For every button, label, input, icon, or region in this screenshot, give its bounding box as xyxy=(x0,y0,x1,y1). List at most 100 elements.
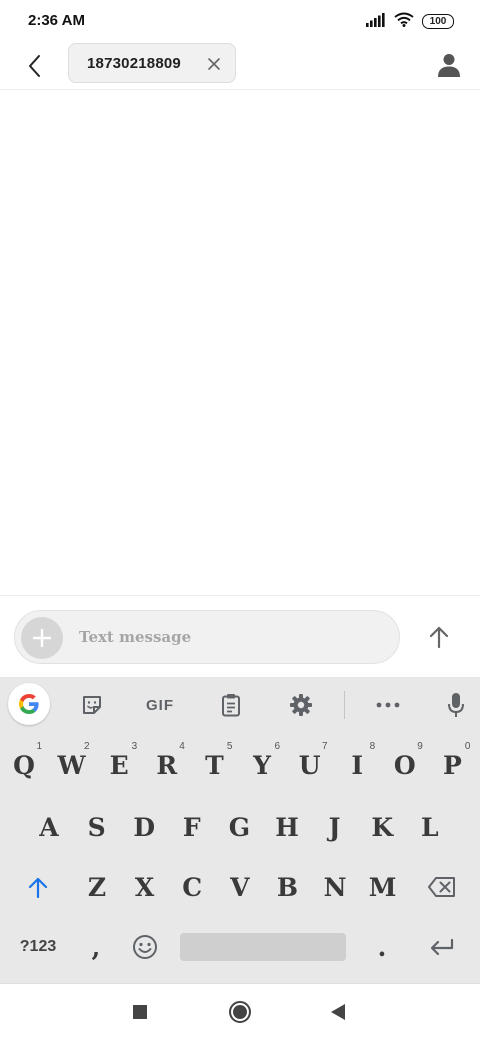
key-hint: 5 xyxy=(226,741,233,752)
clipboard-icon xyxy=(222,694,240,717)
key-1-6[interactable]: U7 xyxy=(288,739,332,791)
key-label: J xyxy=(328,812,341,842)
status-time: 2:36 AM xyxy=(28,12,85,29)
key-label: Q xyxy=(13,750,35,780)
symbols-key[interactable]: ?123 xyxy=(10,921,66,973)
key-label: N xyxy=(323,872,347,902)
emoji-icon xyxy=(133,935,157,959)
key-label: M xyxy=(368,872,397,902)
back-arrow-icon xyxy=(29,55,40,77)
key-2-8[interactable]: L xyxy=(408,801,452,853)
recipient-number: 18730218809 xyxy=(87,54,181,72)
key-1-1[interactable]: W2 xyxy=(50,739,94,791)
key-label: W xyxy=(57,750,86,780)
enter-key[interactable] xyxy=(420,921,464,973)
key-2-5[interactable]: H xyxy=(265,801,309,853)
key-label: D xyxy=(133,812,156,842)
enter-icon xyxy=(430,938,454,956)
key-hint: 7 xyxy=(322,741,328,752)
key-label: Z xyxy=(87,872,107,902)
key-2-0[interactable]: A xyxy=(27,801,71,853)
recipient-chip[interactable]: 18730218809 xyxy=(68,43,236,83)
navigation-bar xyxy=(0,983,480,1040)
key-3-6[interactable]: M xyxy=(361,861,405,913)
key-1-5[interactable]: Y6 xyxy=(240,739,284,791)
home-button[interactable] xyxy=(224,996,256,1028)
more-button[interactable] xyxy=(368,685,408,725)
key-1-0[interactable]: Q1 xyxy=(2,739,46,791)
recents-button[interactable] xyxy=(124,996,156,1028)
sticker-button[interactable] xyxy=(72,685,112,725)
contact-button[interactable] xyxy=(434,50,464,80)
key-label: U xyxy=(298,750,321,780)
key-label: K xyxy=(371,812,394,842)
key-label: I xyxy=(351,750,364,780)
key-3-3[interactable]: V xyxy=(218,861,262,913)
battery-icon: 100 xyxy=(422,14,454,29)
gif-label: GIF xyxy=(146,696,174,714)
key-label: X xyxy=(134,872,155,902)
key-label: G xyxy=(228,812,251,842)
key-label: V xyxy=(230,872,250,902)
key-2-3[interactable]: F xyxy=(170,801,214,853)
key-3-0[interactable]: Z xyxy=(75,861,119,913)
key-2-4[interactable]: G xyxy=(217,801,261,853)
key-2-6[interactable]: J xyxy=(313,801,357,853)
message-list xyxy=(0,91,480,595)
comma-key[interactable]: , xyxy=(78,921,114,973)
voice-input-button[interactable] xyxy=(436,685,476,725)
key-1-7[interactable]: I8 xyxy=(335,739,379,791)
key-hint: 2 xyxy=(84,741,90,752)
key-1-2[interactable]: E3 xyxy=(97,739,141,791)
key-2-1[interactable]: S xyxy=(75,801,119,853)
signal-icon xyxy=(366,12,386,31)
wifi-icon xyxy=(394,12,414,31)
key-hint: 6 xyxy=(274,741,280,752)
key-label: Y xyxy=(253,750,271,780)
plus-icon xyxy=(33,629,51,647)
triangle-back-icon xyxy=(331,1004,345,1020)
space-key[interactable] xyxy=(180,933,346,961)
more-icon xyxy=(376,702,400,708)
settings-button[interactable] xyxy=(281,685,321,725)
backspace-key[interactable] xyxy=(420,861,464,913)
backspace-icon xyxy=(428,877,455,897)
key-label: T xyxy=(205,750,224,780)
shift-key[interactable] xyxy=(18,861,58,913)
key-label: A xyxy=(39,812,59,842)
key-hint: 0 xyxy=(464,741,471,752)
sticker-icon xyxy=(83,696,101,714)
key-hint: 9 xyxy=(417,741,423,752)
remove-recipient-button[interactable] xyxy=(207,56,221,70)
key-1-9[interactable]: P0 xyxy=(430,739,474,791)
key-3-4[interactable]: B xyxy=(265,861,309,913)
key-label: O xyxy=(393,750,416,780)
circle-icon xyxy=(229,1001,251,1023)
nav-back-button[interactable] xyxy=(322,996,354,1028)
back-button[interactable] xyxy=(18,50,50,82)
message-input[interactable] xyxy=(79,611,379,663)
key-3-1[interactable]: X xyxy=(123,861,167,913)
person-icon xyxy=(438,54,460,77)
send-button[interactable] xyxy=(418,616,460,658)
key-1-3[interactable]: R4 xyxy=(145,739,189,791)
google-button[interactable] xyxy=(8,683,50,725)
key-3-5[interactable]: N xyxy=(313,861,357,913)
google-icon xyxy=(19,694,39,714)
compose-field xyxy=(14,610,400,664)
emoji-key[interactable] xyxy=(124,921,166,973)
gif-button[interactable]: GIF xyxy=(140,685,180,725)
shift-arrow-icon xyxy=(28,877,48,898)
keyboard: G I F ?123 , . Q 1 W 2 E 3 R 4 T 5 Y 6 U 7… xyxy=(0,677,480,983)
clipboard-button[interactable] xyxy=(211,685,251,725)
period-key[interactable]: . xyxy=(364,921,400,973)
key-2-7[interactable]: K xyxy=(360,801,404,853)
square-icon xyxy=(133,1005,147,1019)
key-2-2[interactable]: D xyxy=(122,801,166,853)
key-1-8[interactable]: O9 xyxy=(383,739,427,791)
key-1-4[interactable]: T5 xyxy=(192,739,236,791)
key-label: R xyxy=(156,750,178,780)
compose-bar xyxy=(0,595,480,677)
key-3-2[interactable]: C xyxy=(170,861,214,913)
attach-button[interactable] xyxy=(21,617,63,659)
